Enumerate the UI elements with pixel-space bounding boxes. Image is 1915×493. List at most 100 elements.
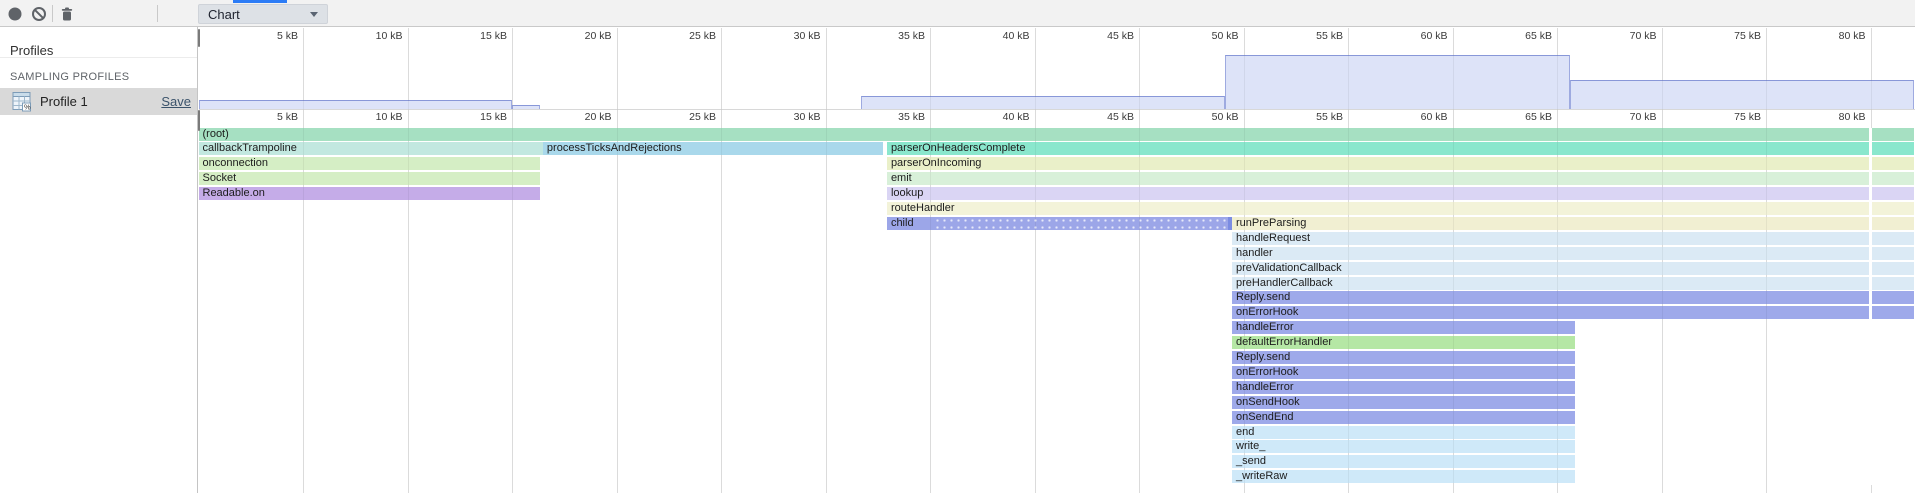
gridline-overlay <box>826 28 827 493</box>
flame-chart[interactable]: 5 kB5 kB10 kB10 kB15 kB15 kB20 kB20 kB25… <box>0 27 1915 493</box>
ruler-tick-top: 35 kB <box>870 30 925 42</box>
ruler-tick-top: 80 kB <box>1811 30 1866 42</box>
flame-bar[interactable]: preValidationCallback <box>1232 262 1914 275</box>
delete-profile-button[interactable] <box>54 0 80 27</box>
flame-bar[interactable]: routeHandler <box>887 202 1914 215</box>
flame-bar[interactable]: Socket <box>199 172 541 185</box>
view-mode-select[interactable]: Chart <box>198 4 328 24</box>
flame-bar[interactable]: processTicksAndRejections <box>543 142 883 155</box>
flame-bar[interactable]: _writeRaw <box>1232 470 1575 483</box>
trash-icon <box>59 6 75 22</box>
flame-bar[interactable]: handler <box>1232 247 1914 260</box>
ruler-tick-top: 15 kB <box>452 30 507 42</box>
gridline-overlay <box>1557 28 1558 493</box>
flame-bar[interactable]: preHandlerCallback <box>1232 277 1914 290</box>
ruler-tick-top: 70 kB <box>1602 30 1657 42</box>
gridline-overlay <box>512 28 513 493</box>
clear-profiles-button[interactable] <box>26 0 52 27</box>
overview-memory-band[interactable] <box>1570 80 1915 109</box>
gridline-overlay <box>721 28 722 493</box>
flame-bar[interactable]: onSendHook <box>1232 396 1575 409</box>
toolbar: Chart <box>0 0 1915 27</box>
flame-bar[interactable]: (root) <box>199 128 1915 141</box>
ruler-tick-bottom: 45 kB <box>1079 111 1134 123</box>
flame-bar[interactable]: Readable.on <box>199 187 541 200</box>
flame-bar[interactable]: handleError <box>1232 321 1575 334</box>
chevron-down-icon <box>310 12 318 17</box>
ruler-tick-top: 40 kB <box>975 30 1030 42</box>
ruler-tick-bottom: 60 kB <box>1393 111 1448 123</box>
gridline-overlay <box>408 28 409 493</box>
gridline-overlay <box>1244 28 1245 493</box>
flame-bar[interactable]: handleError <box>1232 381 1575 394</box>
gridline-overlay <box>1139 28 1140 493</box>
toolbar-separator <box>52 5 53 22</box>
record-button[interactable] <box>2 0 28 27</box>
ruler-tick-top: 25 kB <box>661 30 716 42</box>
flame-bar[interactable]: write_ <box>1232 440 1575 453</box>
flame-bar[interactable]: defaultErrorHandler <box>1232 336 1575 349</box>
ruler-tick-top: 30 kB <box>766 30 821 42</box>
gridline-overlay <box>303 28 304 493</box>
flame-bar[interactable]: _send <box>1232 455 1575 468</box>
flame-bar[interactable]: runPreParsing <box>1232 217 1914 230</box>
ruler-tick-bottom: 40 kB <box>975 111 1030 123</box>
unattributed-pattern <box>934 217 1228 230</box>
flame-bar[interactable]: end <box>1232 426 1575 439</box>
flame-bar[interactable]: lookup <box>887 187 1914 200</box>
ruler-tick-top: 75 kB <box>1706 30 1761 42</box>
gridline-overlay <box>930 28 931 493</box>
clear-icon <box>31 6 47 22</box>
ruler-tick-top: 45 kB <box>1079 30 1134 42</box>
record-icon <box>7 6 23 22</box>
ruler-tick-top: 50 kB <box>1184 30 1239 42</box>
ruler-tick-bottom: 75 kB <box>1706 111 1761 123</box>
ruler-tick-bottom: 65 kB <box>1497 111 1552 123</box>
flame-bar[interactable]: child <box>887 217 1228 230</box>
overview-baseline <box>199 109 1915 110</box>
ruler-tick-top: 10 kB <box>348 30 403 42</box>
ruler-tick-bottom: 70 kB <box>1602 111 1657 123</box>
ruler-tick-bottom: 50 kB <box>1184 111 1239 123</box>
overview-memory-band[interactable] <box>861 96 1225 109</box>
overview-memory-band[interactable] <box>1225 55 1570 109</box>
overview-memory-band[interactable] <box>199 100 513 109</box>
chart-grip[interactable] <box>198 110 201 131</box>
gridline-overlay <box>1035 28 1036 493</box>
ruler-tick-bottom: 5 kB <box>243 111 298 123</box>
flame-bar[interactable]: Reply.send <box>1232 291 1914 304</box>
gridline-overlay <box>1662 28 1663 493</box>
ruler-tick-bottom: 80 kB <box>1811 111 1866 123</box>
gridline-overlay <box>1453 28 1454 493</box>
ruler-tick-top: 60 kB <box>1393 30 1448 42</box>
flame-bar[interactable]: onErrorHook <box>1232 306 1914 319</box>
flame-bar[interactable]: callbackTrampoline <box>199 142 543 155</box>
flame-bar[interactable]: onSendEnd <box>1232 411 1575 424</box>
segment-break <box>1869 128 1872 486</box>
gridline-overlay <box>617 28 618 493</box>
flame-bar[interactable]: handleRequest <box>1232 232 1914 245</box>
ruler-tick-bottom: 20 kB <box>557 111 612 123</box>
gridline-overlay <box>1766 28 1767 493</box>
view-mode-value: Chart <box>199 7 310 22</box>
flame-bar[interactable]: parserOnHeadersComplete <box>887 142 1914 155</box>
active-tab-indicator <box>233 0 287 3</box>
gridline-overlay <box>1348 28 1349 493</box>
flame-bar[interactable]: onErrorHook <box>1232 366 1575 379</box>
ruler-tick-bottom: 35 kB <box>870 111 925 123</box>
flame-bar[interactable]: parserOnIncoming <box>887 157 1914 170</box>
ruler-tick-bottom: 25 kB <box>661 111 716 123</box>
overview-grip[interactable] <box>198 29 201 47</box>
ruler-tick-top: 65 kB <box>1497 30 1552 42</box>
flame-bar[interactable]: Reply.send <box>1232 351 1575 364</box>
ruler-tick-top: 20 kB <box>557 30 612 42</box>
ruler-tick-bottom: 55 kB <box>1288 111 1343 123</box>
ruler-tick-bottom: 15 kB <box>452 111 507 123</box>
ruler-tick-top: 5 kB <box>243 30 298 42</box>
flame-bar[interactable]: onconnection <box>199 157 541 170</box>
flame-bar[interactable]: emit <box>887 172 1914 185</box>
heap-profiler-panel: Chart Profiles SAMPLING PROFILES % Profi… <box>0 0 1915 493</box>
ruler-tick-bottom: 30 kB <box>766 111 821 123</box>
toolbar-separator <box>157 5 158 22</box>
ruler-tick-top: 55 kB <box>1288 30 1343 42</box>
